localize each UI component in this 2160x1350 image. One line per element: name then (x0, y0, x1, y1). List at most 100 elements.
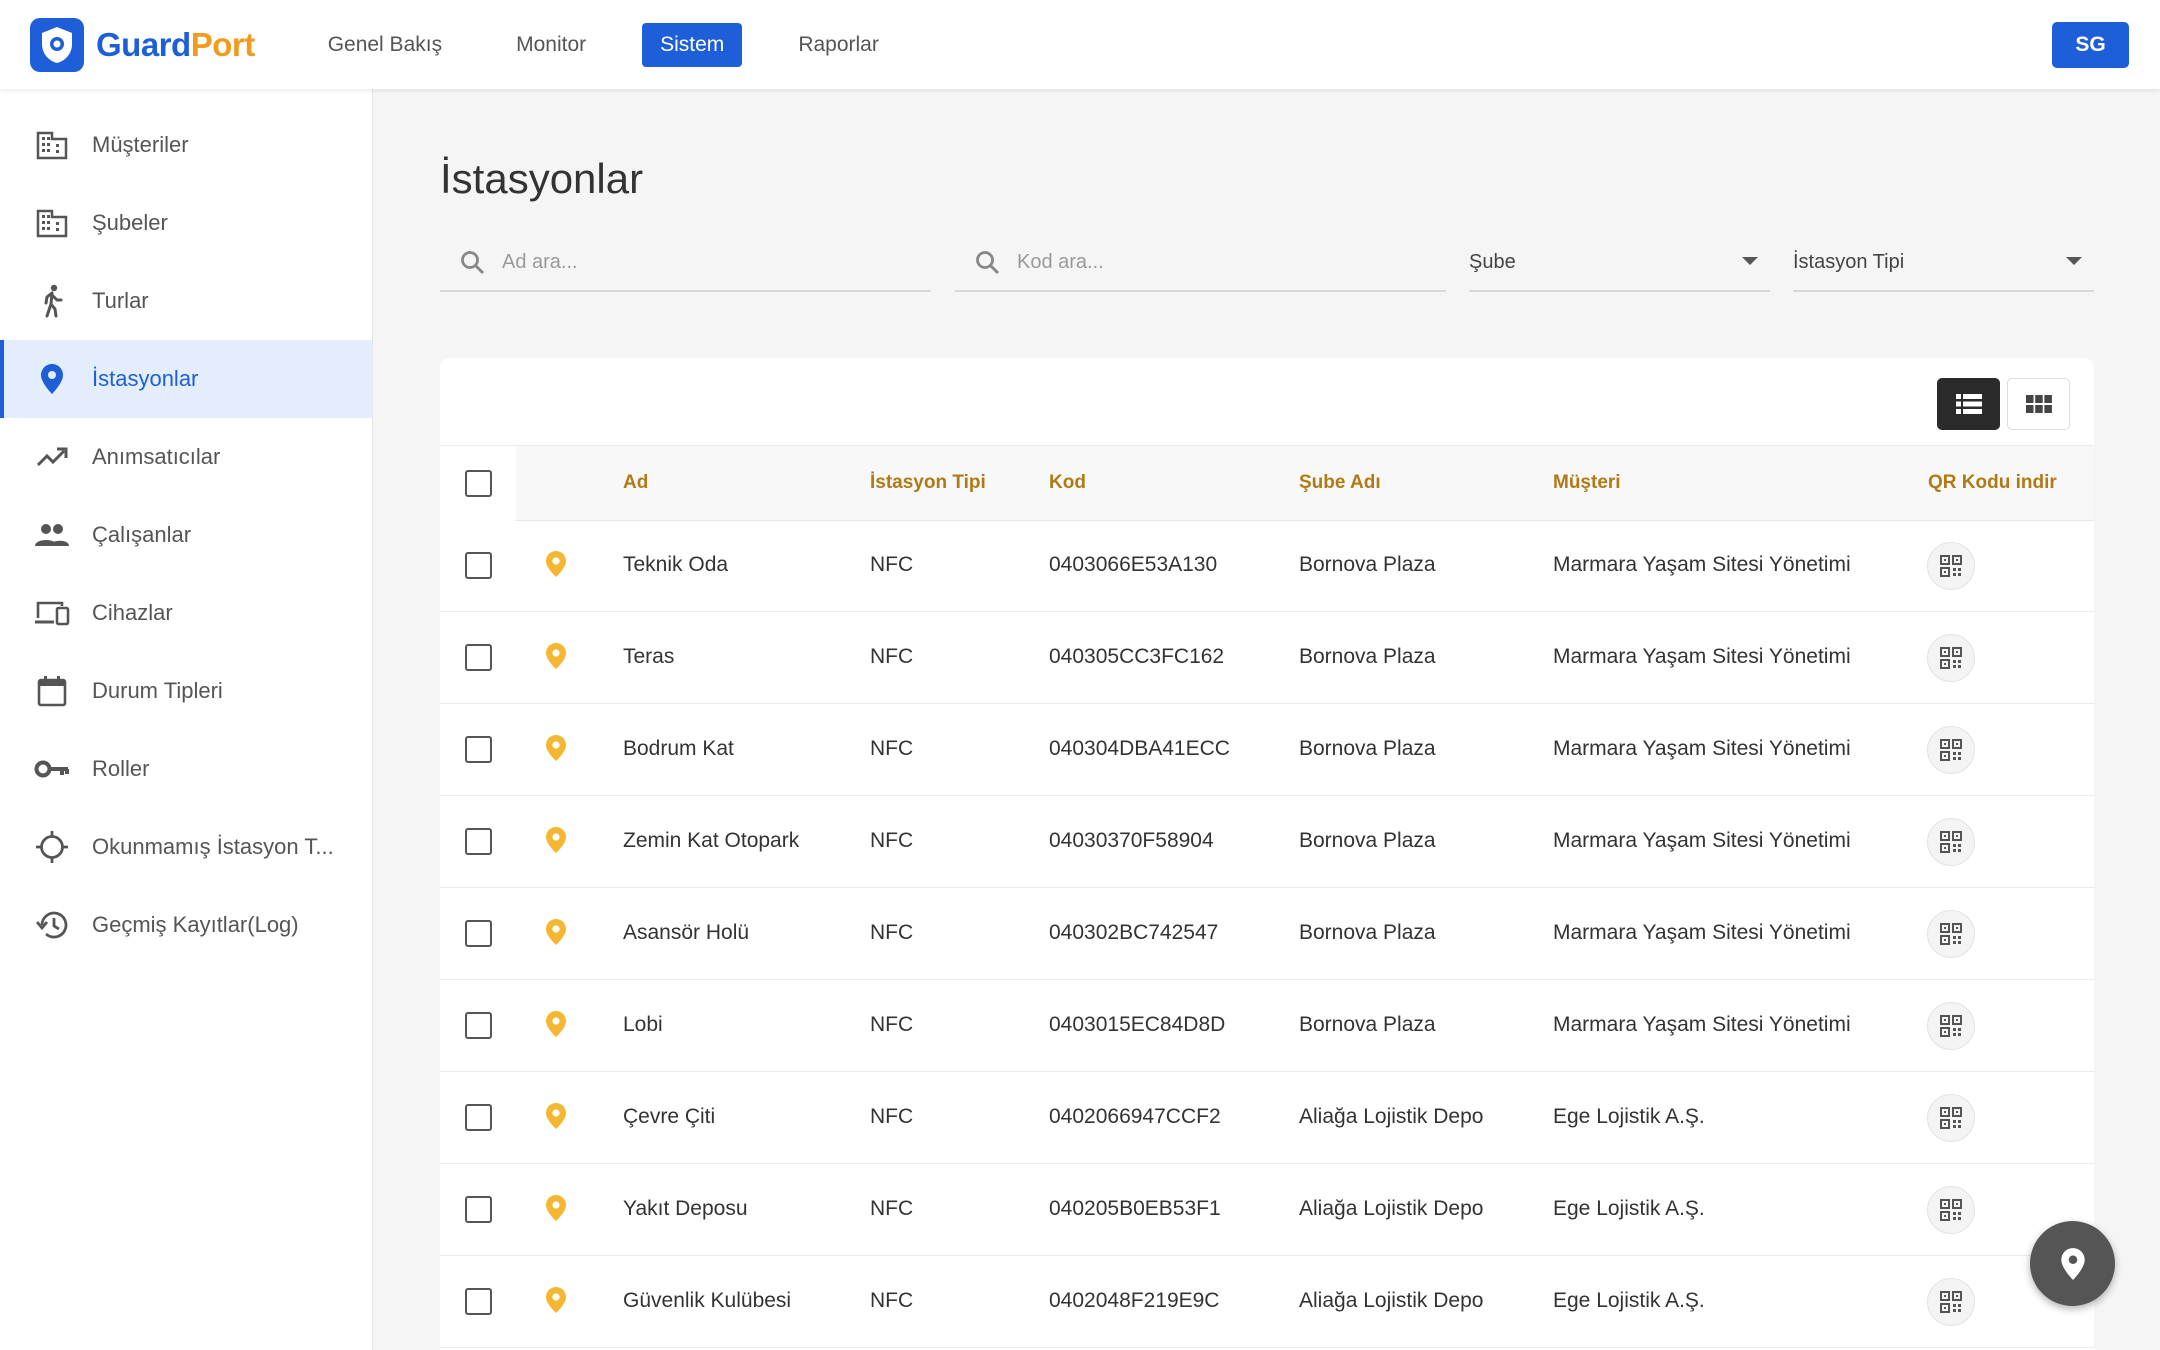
search-icon (975, 250, 1001, 276)
column-header-ad[interactable]: Ad (623, 472, 648, 494)
cell-branch: Bornova Plaza (1299, 737, 1436, 760)
list-view-button[interactable] (1937, 378, 2000, 430)
add-station-fab[interactable] (2030, 1221, 2115, 1306)
qr-code-icon (1940, 555, 1962, 577)
column-header-kod[interactable]: Kod (1049, 472, 1086, 494)
sidebar-item-turlar[interactable]: Turlar (0, 262, 372, 340)
sidebar-item-roller[interactable]: Roller (0, 730, 372, 808)
row-checkbox[interactable] (465, 920, 492, 947)
qr-download-button[interactable] (1927, 1186, 1975, 1234)
table-row[interactable]: Zemin Kat Otopark NFC 04030370F58904 Bor… (440, 796, 2094, 888)
qr-download-button[interactable] (1927, 542, 1975, 590)
row-checkbox[interactable] (465, 1288, 492, 1315)
table-row[interactable]: Asansör Holü NFC 040302BC742547 Bornova … (440, 888, 2094, 980)
brand-name: GuardPort (96, 26, 255, 64)
cell-name: Teknik Oda (623, 553, 729, 576)
sidebar-item-label: Okunmamış İstasyon T... (92, 834, 334, 859)
cell-code: 04030370F58904 (1049, 829, 1214, 852)
topnav-monitor[interactable]: Monitor (498, 23, 604, 67)
brand-name-part1: Guard (96, 25, 191, 63)
location-pin-icon (546, 551, 566, 577)
sidebar-item-durum-tipleri[interactable]: Durum Tipleri (0, 652, 372, 730)
devices-icon (34, 595, 70, 631)
row-checkbox[interactable] (465, 736, 492, 763)
history-icon (34, 907, 70, 943)
cell-customer: Marmara Yaşam Sitesi Yönetimi (1553, 645, 1851, 668)
table-row[interactable]: Güvenlik Kulübesi NFC 0402048F219E9C Ali… (440, 1256, 2094, 1348)
sidebar-item-label: Şubeler (92, 210, 168, 235)
qr-code-icon (1940, 647, 1962, 669)
topnav-sistem[interactable]: Sistem (642, 22, 743, 67)
cell-name: Teras (623, 645, 675, 668)
table-header: Ad İstasyon Tipi Kod Şube Adı Müşteri QR… (440, 445, 2094, 521)
qr-download-button[interactable] (1927, 726, 1975, 774)
station-type-select[interactable]: İstasyon Tipi (1793, 235, 2094, 292)
cell-branch: Bornova Plaza (1299, 1013, 1436, 1036)
topnav-genel-bakis[interactable]: Genel Bakış (310, 23, 460, 67)
table-row[interactable]: Lobi NFC 0403015EC84D8D Bornova Plaza Ma… (440, 980, 2094, 1072)
cell-branch: Aliağa Lojistik Depo (1299, 1105, 1484, 1128)
cell-name: Zemin Kat Otopark (623, 829, 800, 852)
name-search-field[interactable]: Ad ara... (440, 235, 931, 292)
row-checkbox[interactable] (465, 1012, 492, 1039)
qr-download-button[interactable] (1927, 1278, 1975, 1326)
cell-name: Lobi (623, 1013, 663, 1036)
branch-select[interactable]: Şube (1469, 235, 1770, 292)
list-view-icon (1955, 393, 1982, 415)
sidebar-item-calisanlar[interactable]: Çalışanlar (0, 496, 372, 574)
table-row[interactable]: Teknik Oda NFC 0403066E53A130 Bornova Pl… (440, 520, 2094, 612)
sidebar-item-istasyonlar[interactable]: İstasyonlar (0, 340, 372, 418)
code-search-placeholder: Kod ara... (1017, 251, 1104, 273)
table-row[interactable]: Bodrum Kat NFC 040304DBA41ECC Bornova Pl… (440, 704, 2094, 796)
table-row[interactable]: Çevre Çiti NFC 0402066947CCF2 Aliağa Loj… (440, 1072, 2094, 1164)
code-search-field[interactable]: Kod ara... (955, 235, 1446, 292)
sidebar-item-label: Durum Tipleri (92, 678, 223, 703)
station-type-select-value: İstasyon Tipi (1793, 251, 1905, 273)
stations-table-card: Ad İstasyon Tipi Kod Şube Adı Müşteri QR… (440, 358, 2094, 1350)
cell-name: Asansör Holü (623, 921, 750, 944)
sidebar-item-label: Anımsatıcılar (92, 444, 221, 469)
qr-download-button[interactable] (1927, 910, 1975, 958)
qr-code-icon (1940, 739, 1962, 761)
page-title: İstasyonlar (440, 155, 644, 202)
row-checkbox[interactable] (465, 644, 492, 671)
cell-customer: Marmara Yaşam Sitesi Yönetimi (1553, 553, 1851, 576)
select-all-checkbox[interactable] (465, 470, 492, 497)
qr-download-button[interactable] (1927, 634, 1975, 682)
cell-customer: Marmara Yaşam Sitesi Yönetimi (1553, 737, 1851, 760)
grid-view-button[interactable] (2007, 378, 2070, 430)
column-header-istasyon-tipi[interactable]: İstasyon Tipi (870, 472, 986, 494)
table-row[interactable]: Yakıt Deposu NFC 040205B0EB53F1 Aliağa L… (440, 1164, 2094, 1256)
top-nav: Genel Bakış Monitor Sistem Raporlar (310, 22, 935, 67)
row-checkbox[interactable] (465, 1104, 492, 1131)
user-avatar-button[interactable]: SG (2052, 22, 2129, 68)
row-checkbox[interactable] (465, 828, 492, 855)
column-header-musteri[interactable]: Müşteri (1553, 472, 1621, 494)
location-pin-icon (546, 919, 566, 945)
sidebar-item-label: Çalışanlar (92, 522, 192, 547)
qr-download-button[interactable] (1927, 1094, 1975, 1142)
qr-download-button[interactable] (1927, 1002, 1975, 1050)
qr-code-icon (1940, 923, 1962, 945)
sidebar-item-cihazlar[interactable]: Cihazlar (0, 574, 372, 652)
column-header-sube-adi[interactable]: Şube Adı (1299, 472, 1381, 494)
name-search-placeholder: Ad ara... (502, 251, 578, 273)
sidebar-item-label: Geçmiş Kayıtlar(Log) (92, 912, 299, 937)
sidebar-item-animsaticilar[interactable]: Anımsatıcılar (0, 418, 372, 496)
row-checkbox[interactable] (465, 552, 492, 579)
key-icon (34, 751, 70, 787)
sidebar-item-label: Turlar (92, 288, 149, 313)
qr-download-button[interactable] (1927, 818, 1975, 866)
table-row[interactable]: Teras NFC 040305CC3FC162 Bornova Plaza M… (440, 612, 2094, 704)
topnav-raporlar[interactable]: Raporlar (780, 23, 897, 67)
sidebar-item-musteriler[interactable]: Müşteriler (0, 106, 372, 184)
sidebar-item-subeler[interactable]: Şubeler (0, 184, 372, 262)
cell-customer: Ege Lojistik A.Ş. (1553, 1105, 1705, 1128)
chevron-down-icon (1742, 257, 1758, 265)
cell-branch: Bornova Plaza (1299, 553, 1436, 576)
row-checkbox[interactable] (465, 1196, 492, 1223)
sidebar-item-okunmamis-istasyon[interactable]: Okunmamış İstasyon T... (0, 808, 372, 886)
view-toggle (1930, 378, 2070, 430)
sidebar-item-gecmis-kayitlar[interactable]: Geçmiş Kayıtlar(Log) (0, 886, 372, 964)
brand[interactable]: GuardPort (30, 17, 255, 72)
